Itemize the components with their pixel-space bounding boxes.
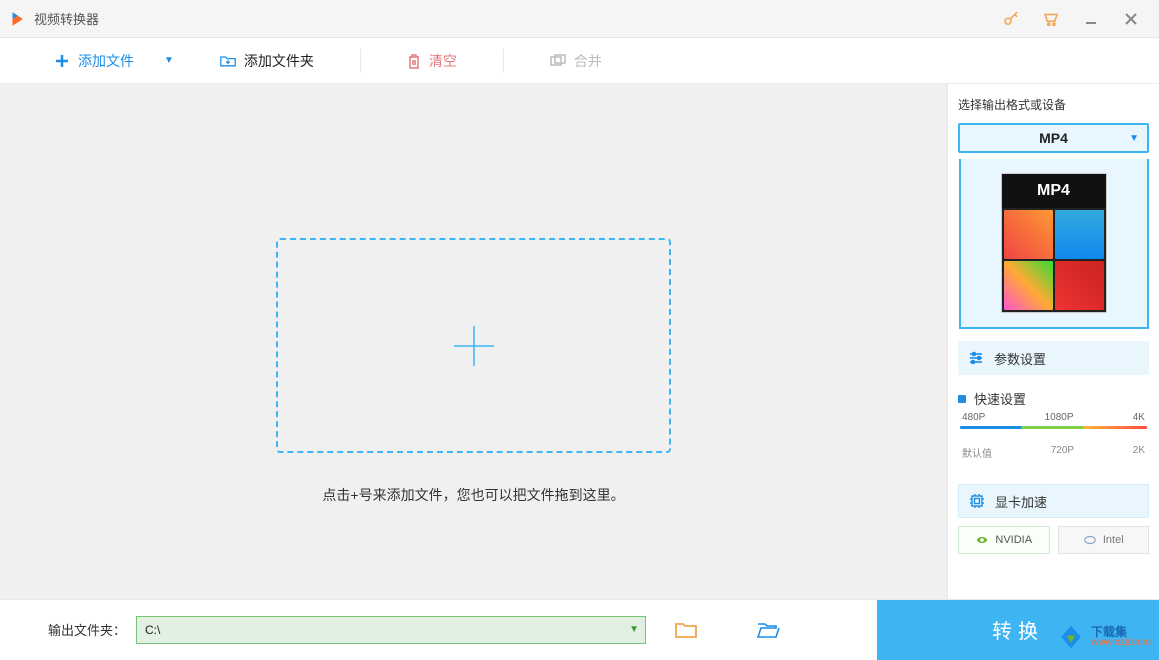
scale-2k: 2K <box>1133 445 1145 460</box>
toolbar-separator <box>503 49 504 73</box>
format-thumbnail-card: MP4 <box>1001 173 1107 313</box>
intel-chip[interactable]: Intel <box>1058 526 1150 554</box>
dropzone[interactable] <box>276 238 671 453</box>
format-thumbnail-label: MP4 <box>1002 174 1106 208</box>
quality-scale[interactable]: 480P 1080P 4K 默认值 720P 2K <box>960 426 1147 460</box>
window-title: 视频转换器 <box>34 9 99 28</box>
add-folder-label: 添加文件夹 <box>244 51 314 71</box>
app-logo-icon <box>8 10 26 28</box>
output-folder-path: C:\ <box>145 623 160 637</box>
dropzone-hint: 点击+号来添加文件，您也可以把文件拖到这里。 <box>322 485 624 505</box>
quick-settings-bullet-icon <box>958 395 966 403</box>
format-selector[interactable]: MP4 ▼ <box>958 123 1149 153</box>
merge-label: 合并 <box>574 51 602 71</box>
nvidia-label: NVIDIA <box>995 534 1032 546</box>
parameter-settings-label: 参数设置 <box>994 349 1046 368</box>
browse-folder-button[interactable] <box>670 616 702 644</box>
add-folder-button[interactable]: 添加文件夹 <box>214 47 320 75</box>
scale-4k: 4K <box>1133 412 1145 423</box>
quick-settings-header: 快速设置 <box>958 389 1149 408</box>
nvidia-chip[interactable]: NVIDIA <box>958 526 1050 554</box>
bottom-bar: 输出文件夹： C:\ ▼ 转换 下载集 www.xzji.com <box>0 599 1159 659</box>
sliders-icon <box>968 350 984 366</box>
title-bar: 视频转换器 <box>0 0 1159 38</box>
format-name: MP4 <box>1039 130 1068 146</box>
convert-label: 转换 <box>992 615 1044 644</box>
scale-720p: 720P <box>1051 445 1074 460</box>
format-dropdown-icon: ▼ <box>1129 133 1139 144</box>
open-output-folder-button[interactable] <box>752 616 784 644</box>
output-folder-dropdown-icon: ▼ <box>629 624 639 635</box>
scale-1080p: 1080P <box>1045 412 1074 423</box>
scale-default: 默认值 <box>962 445 992 460</box>
close-button[interactable] <box>1111 0 1151 38</box>
main-area: 点击+号来添加文件，您也可以把文件拖到这里。 选择输出格式或设备 MP4 ▼ M… <box>0 84 1159 599</box>
output-folder-label: 输出文件夹： <box>48 620 126 639</box>
merge-button[interactable]: 合并 <box>544 47 608 75</box>
scale-480p: 480P <box>962 412 985 423</box>
quick-settings-label: 快速设置 <box>974 389 1026 408</box>
add-file-dropdown-icon[interactable]: ▼ <box>164 55 174 66</box>
gpu-accel-button[interactable]: 显卡加速 <box>958 484 1149 518</box>
intel-label: Intel <box>1103 534 1124 546</box>
clear-button[interactable]: 清空 <box>401 47 463 75</box>
output-folder-select[interactable]: C:\ ▼ <box>136 616 646 644</box>
toolbar-separator <box>360 49 361 73</box>
plus-icon <box>449 321 499 371</box>
license-key-button[interactable] <box>991 0 1031 38</box>
folder-icon <box>674 620 698 640</box>
add-file-button[interactable]: 添加文件 <box>48 47 140 75</box>
minimize-button[interactable] <box>1071 0 1111 38</box>
clear-label: 清空 <box>429 51 457 71</box>
chip-icon <box>969 493 985 509</box>
parameter-settings-button[interactable]: 参数设置 <box>958 341 1149 375</box>
right-panel: 选择输出格式或设备 MP4 ▼ MP4 参数设置 快速设置 480P 1080P… <box>947 84 1159 599</box>
nvidia-icon <box>975 533 989 547</box>
format-thumbnail[interactable]: MP4 <box>959 159 1149 329</box>
output-format-label: 选择输出格式或设备 <box>958 96 1149 113</box>
convert-button[interactable]: 转换 <box>877 600 1159 660</box>
folder-open-icon <box>756 620 780 640</box>
gpu-accel-label: 显卡加速 <box>995 492 1047 511</box>
cart-button[interactable] <box>1031 0 1071 38</box>
add-file-label: 添加文件 <box>78 51 134 71</box>
toolbar: 添加文件 ▼ 添加文件夹 清空 合并 <box>0 38 1159 84</box>
intel-icon <box>1083 533 1097 547</box>
center-panel: 点击+号来添加文件，您也可以把文件拖到这里。 <box>0 84 947 599</box>
scale-track[interactable] <box>960 426 1147 429</box>
